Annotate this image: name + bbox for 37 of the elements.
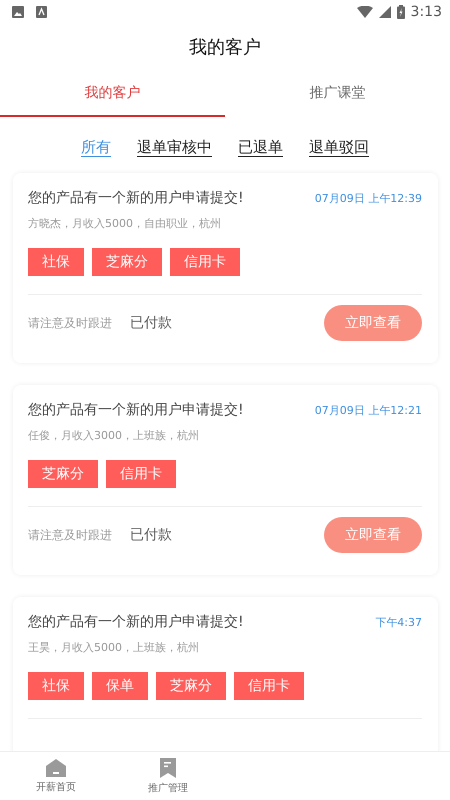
- nav-label[interactable]: 开薪首页: [36, 780, 76, 794]
- filter-link[interactable]: 退单审核中: [137, 138, 212, 157]
- bookmark-icon[interactable]: [160, 758, 176, 778]
- card-title: 您的产品有一个新的用户申请提交!: [28, 401, 244, 419]
- card-title: 您的产品有一个新的用户申请提交!: [28, 189, 244, 207]
- page-title: 我的客户: [189, 36, 261, 59]
- customer-details: 王昊，月收入5000，上班族，杭州: [28, 640, 200, 655]
- signal-icon: [378, 6, 391, 18]
- card-time: 下午4:37: [375, 614, 422, 630]
- home-icon[interactable]: [46, 758, 66, 776]
- payment-status: 已付款: [130, 314, 172, 332]
- tag: 信用卡: [106, 460, 176, 488]
- tag: 芝麻分: [156, 672, 226, 700]
- tag: 社保: [28, 672, 84, 700]
- card-time: 07月09日 上午12:21: [314, 402, 422, 418]
- payment-status: 已付款: [130, 526, 172, 544]
- customer-details: 任俊，月收入3000，上班族，杭州: [28, 428, 200, 443]
- battery-icon: [396, 5, 405, 19]
- tag: 芝麻分: [92, 248, 162, 276]
- tag: 信用卡: [170, 248, 240, 276]
- filter-link[interactable]: 所有: [81, 138, 111, 157]
- filter-link[interactable]: 已退单: [238, 138, 283, 157]
- tag: 社保: [28, 248, 84, 276]
- wifi-icon: [356, 6, 373, 18]
- card-time: 07月09日 上午12:39: [314, 190, 422, 206]
- follow-up-note: 请注意及时跟进: [28, 314, 112, 332]
- tag: 芝麻分: [28, 460, 98, 488]
- filter-link[interactable]: 退单驳回: [309, 138, 369, 157]
- tag: 信用卡: [234, 672, 304, 700]
- clock-time: 3:13: [410, 4, 442, 20]
- customer-details: 方晓杰，月收入5000，自由职业，杭州: [28, 216, 222, 231]
- card-title: 您的产品有一个新的用户申请提交!: [28, 613, 244, 631]
- follow-up-note: 请注意及时跟进: [28, 526, 112, 544]
- tab[interactable]: 推广课堂: [225, 70, 450, 117]
- image-icon: [12, 6, 24, 18]
- nav-label[interactable]: 推广管理: [148, 780, 188, 794]
- tag: 保单: [92, 672, 148, 700]
